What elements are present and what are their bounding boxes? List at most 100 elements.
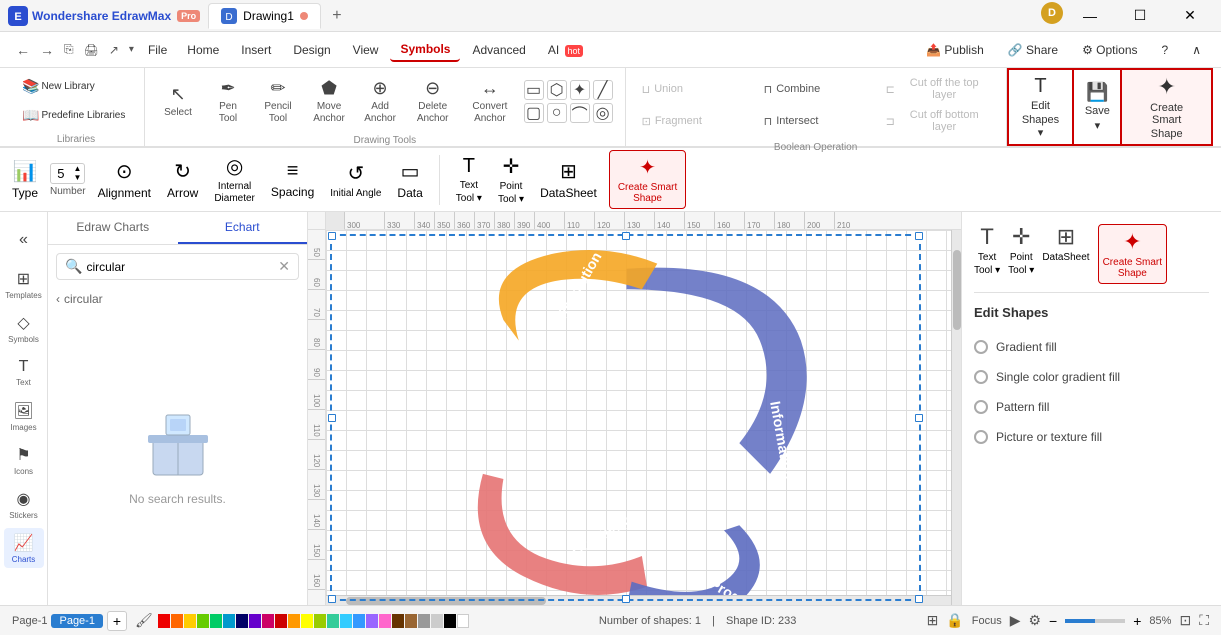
shape-rect2[interactable]: ▢: [524, 103, 544, 123]
move-anchor-button[interactable]: ⬟ Move Anchor: [303, 74, 355, 129]
new-library-button[interactable]: 📚 New Library: [16, 74, 136, 99]
color-sw-1[interactable]: [158, 614, 170, 628]
internal-diameter-tool[interactable]: ◎ InternalDiameter: [210, 150, 259, 209]
pencil-tool-button[interactable]: ✏ Pencil Tool: [253, 74, 303, 129]
shape-pent[interactable]: ⬡: [547, 80, 567, 100]
single-color-radio[interactable]: [974, 370, 988, 384]
predefine-libraries-button[interactable]: 📖 Predefine Libraries: [16, 103, 136, 128]
color-sw-3[interactable]: [184, 614, 196, 628]
sidebar-icons-button[interactable]: ⚑ Icons: [4, 440, 44, 480]
cut-top-button[interactable]: ⊏ Cut off the top layer: [878, 74, 998, 104]
nav-fwd-button[interactable]: →: [36, 40, 58, 60]
color-sw-9[interactable]: [262, 614, 274, 628]
zoom-slider[interactable]: [1065, 619, 1125, 623]
pen-tool-button[interactable]: ✒ PenTool: [203, 74, 253, 129]
add-tab-button[interactable]: +: [325, 4, 349, 28]
select-tool-button[interactable]: ↖ Select: [153, 80, 203, 123]
vertical-scrollbar[interactable]: [951, 230, 961, 605]
picture-fill-option[interactable]: Picture or texture fill: [974, 426, 1209, 448]
menu-ai[interactable]: AI hot: [538, 39, 593, 61]
sidebar-templates-button[interactable]: ⊞ Templates: [4, 264, 44, 304]
shape-line[interactable]: ╱: [593, 80, 613, 100]
sidebar-text-button[interactable]: T Text: [4, 352, 44, 392]
create-smart-right[interactable]: ✦ Create SmartShape: [1098, 224, 1167, 284]
gradient-fill-option[interactable]: Gradient fill: [974, 336, 1209, 358]
options-button[interactable]: ⚙ Options: [1074, 39, 1145, 61]
picture-fill-radio[interactable]: [974, 430, 988, 444]
collapse-ribbon-button[interactable]: ∧: [1184, 39, 1209, 61]
fill-icon[interactable]: 🖌: [135, 612, 153, 629]
point-tool[interactable]: ✛ Point Tool ▾: [494, 150, 528, 209]
edraw-charts-tab[interactable]: Edraw Charts: [48, 212, 178, 244]
search-input[interactable]: [86, 260, 274, 274]
shape-spiral[interactable]: ◎: [593, 103, 613, 123]
export-button[interactable]: ↗: [105, 41, 123, 59]
canvas-area[interactable]: Information Resolution Creativity Progra…: [326, 230, 961, 605]
union-button[interactable]: ⊔ Union: [634, 74, 754, 104]
zoom-in-button[interactable]: +: [1133, 613, 1141, 629]
sidebar-stickers-button[interactable]: ◉ Stickers: [4, 484, 44, 524]
point-tool-right[interactable]: ✛ Point Tool ▾: [1008, 224, 1034, 284]
gradient-fill-radio[interactable]: [974, 340, 988, 354]
menu-symbols[interactable]: Symbols: [390, 38, 460, 62]
color-sw-8[interactable]: [249, 614, 261, 628]
combine-button[interactable]: ⊓ Combine: [756, 74, 876, 104]
print-button[interactable]: 🖨: [80, 41, 103, 59]
scrollbar-thumb[interactable]: [953, 250, 961, 330]
pattern-fill-radio[interactable]: [974, 400, 988, 414]
color-sw-22[interactable]: [431, 614, 443, 628]
menu-insert[interactable]: Insert: [231, 39, 281, 61]
pattern-fill-option[interactable]: Pattern fill: [974, 396, 1209, 418]
sidebar-symbols-button[interactable]: ◇ Symbols: [4, 308, 44, 348]
echart-tab[interactable]: Echart: [178, 212, 308, 244]
dropdown-button[interactable]: ▾: [125, 42, 138, 57]
help-button[interactable]: ?: [1154, 39, 1177, 61]
search-clear-button[interactable]: ✕: [278, 258, 290, 275]
color-sw-12[interactable]: [301, 614, 313, 628]
cut-bottom-button[interactable]: ⊐ Cut off bottom layer: [878, 106, 998, 136]
color-sw-2[interactable]: [171, 614, 183, 628]
active-tab[interactable]: D Drawing1: [208, 3, 321, 29]
color-sw-14[interactable]: [327, 614, 339, 628]
save-button[interactable]: 💾 Save ▾: [1074, 68, 1122, 146]
add-anchor-button[interactable]: ⊕ AddAnchor: [355, 74, 405, 129]
menu-view[interactable]: View: [343, 39, 389, 61]
intersect-button[interactable]: ⊓ Intersect: [756, 106, 876, 136]
alignment-tool[interactable]: ⊙ Alignment: [94, 155, 155, 204]
page-tab-badge[interactable]: Page-1: [51, 614, 102, 628]
delete-anchor-button[interactable]: ⊖ Delete Anchor: [405, 74, 460, 129]
spacing-tool[interactable]: ≡ Spacing: [267, 156, 318, 203]
data-tool[interactable]: ▭ Data: [393, 155, 426, 204]
convert-anchor-button[interactable]: ↔ Convert Anchor: [460, 74, 519, 129]
menu-home[interactable]: Home: [177, 39, 229, 61]
color-sw-19[interactable]: [392, 614, 404, 628]
arrow-tool[interactable]: ↻ Arrow: [163, 155, 202, 204]
nav-back-button[interactable]: ←: [12, 40, 34, 60]
create-smart-shape-tool[interactable]: ✦ Create SmartShape: [609, 150, 686, 209]
shape-rect[interactable]: ▭: [524, 80, 544, 100]
share-button[interactable]: 🔗 Share: [1000, 39, 1066, 61]
sidebar-images-button[interactable]: 🖼 Images: [4, 396, 44, 436]
color-sw-13[interactable]: [314, 614, 326, 628]
settings-icon[interactable]: ⚙: [1028, 612, 1041, 629]
color-sw-7[interactable]: [236, 614, 248, 628]
sidebar-collapse-button[interactable]: «: [4, 220, 44, 260]
color-sw-11[interactable]: [288, 614, 300, 628]
color-sw-15[interactable]: [340, 614, 352, 628]
sidebar-charts-button[interactable]: 📈 Charts: [4, 528, 44, 568]
color-sw-16[interactable]: [353, 614, 365, 628]
color-sw-4[interactable]: [197, 614, 209, 628]
minimize-button[interactable]: —: [1067, 2, 1113, 30]
quick-access-button[interactable]: ⎘: [60, 40, 78, 59]
color-sw-6[interactable]: [223, 614, 235, 628]
shape-star[interactable]: ✦: [570, 80, 590, 100]
add-page-button[interactable]: +: [107, 611, 127, 631]
play-icon[interactable]: ▶: [1010, 612, 1021, 629]
publish-button[interactable]: 📤 Publish: [918, 39, 992, 61]
edit-shapes-button[interactable]: T Edit Shapes ▾: [1007, 68, 1075, 146]
number-up[interactable]: ▲: [70, 164, 84, 173]
zoom-out-button[interactable]: −: [1049, 613, 1057, 629]
menu-advanced[interactable]: Advanced: [462, 39, 535, 61]
number-down[interactable]: ▼: [70, 173, 84, 182]
menu-design[interactable]: Design: [283, 39, 340, 61]
